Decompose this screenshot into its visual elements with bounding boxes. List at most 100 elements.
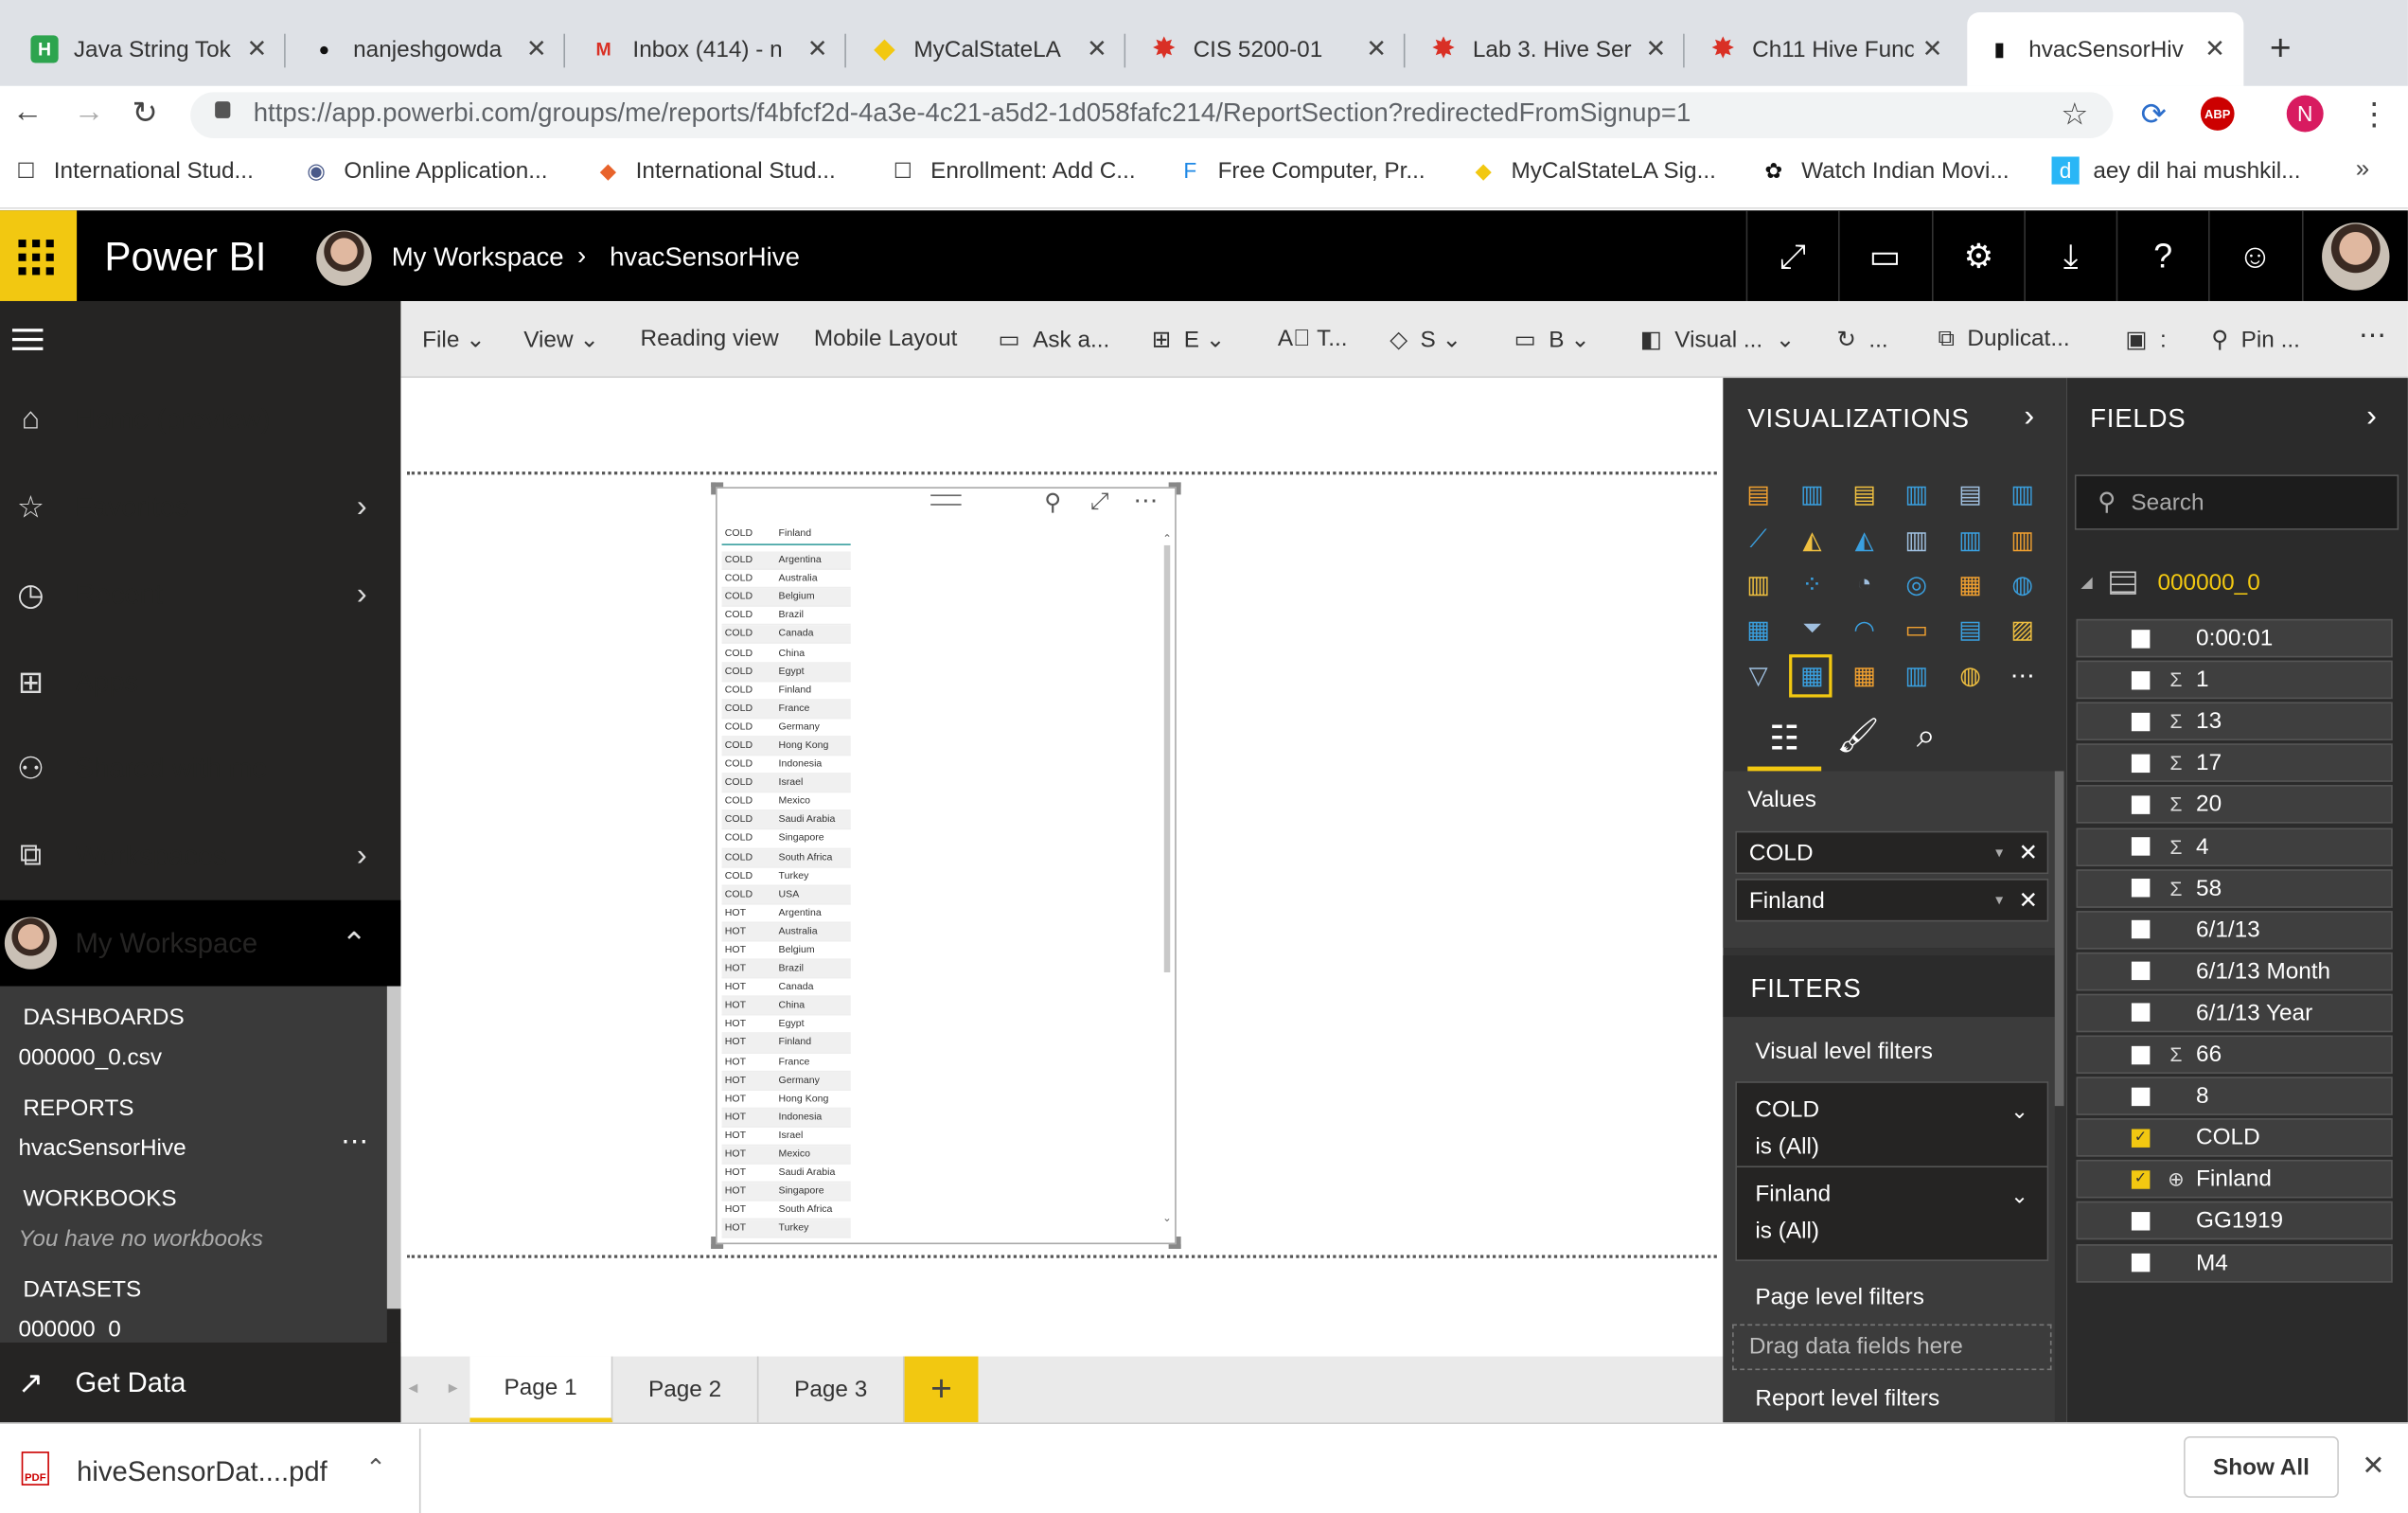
close-download-shelf-icon[interactable]: ✕: [2362, 1451, 2384, 1483]
funnel-chart-icon[interactable]: ⏷: [1796, 614, 1830, 645]
remove-field-icon[interactable]: ✕: [2019, 839, 2038, 866]
expand-chevron-icon[interactable]: ›: [357, 577, 367, 612]
analytics-magnifier-icon[interactable]: ⌕: [1917, 716, 1936, 756]
100-column-chart-icon[interactable]: ▥: [2006, 479, 2040, 509]
browser-tab[interactable]: H Java String Tok ✕: [12, 12, 286, 86]
remove-field-icon[interactable]: ✕: [2019, 886, 2038, 915]
explore-button[interactable]: ⊞ E ⌄: [1152, 326, 1225, 353]
close-tab-icon[interactable]: ✕: [1366, 34, 1387, 64]
view-menu[interactable]: View ⌄: [523, 326, 598, 353]
buttons-button[interactable]: ▭ B ⌄: [1514, 326, 1590, 353]
collapse-visualizations-icon[interactable]: ›: [2024, 400, 2034, 435]
pie-chart-icon[interactable]: ◔: [1848, 570, 1882, 600]
bookmark-star-icon[interactable]: ☆: [2061, 96, 2088, 134]
format-paintroller-icon[interactable]: 🖌: [1836, 716, 1879, 756]
collapse-chevron-icon[interactable]: ⌃: [342, 924, 367, 963]
card-icon[interactable]: ▭: [1900, 614, 1934, 645]
table-scrollbar[interactable]: ⌃ ⌄: [1162, 533, 1172, 1224]
values-well-finland[interactable]: Finland ▾ ✕: [1735, 879, 2049, 922]
comments-icon[interactable]: ▭: [1838, 210, 1930, 301]
field-checkbox[interactable]: [2131, 837, 2151, 856]
filter-card-finland[interactable]: Finland is (All) ⌄: [1735, 1166, 2049, 1261]
more-visuals-icon[interactable]: ⋯: [2006, 661, 2040, 691]
profile-avatar[interactable]: N: [2286, 95, 2324, 133]
page-scroll-right-icon[interactable]: ▸: [449, 1377, 458, 1398]
field-checkbox[interactable]: [2131, 1045, 2151, 1064]
bookmark-item[interactable]: ◆ International Stud...: [594, 156, 836, 184]
line-chart-icon[interactable]: ⟋: [1742, 525, 1776, 556]
vis-pane-scrollbar[interactable]: [2054, 771, 2064, 1107]
line-clustered-column-icon[interactable]: ▥: [1954, 525, 1988, 556]
close-tab-icon[interactable]: ✕: [1087, 34, 1107, 64]
visual-drag-handle[interactable]: [930, 494, 962, 506]
show-all-button[interactable]: Show All: [2184, 1435, 2339, 1498]
field-checkbox[interactable]: [2131, 962, 2151, 981]
page-tab-1[interactable]: Page 1: [469, 1356, 613, 1423]
page-filter-drop-zone[interactable]: Drag data fields here: [1732, 1324, 2052, 1371]
nav-workspaces[interactable]: ⧉ Workspaces ›: [0, 812, 400, 899]
treemap-icon[interactable]: ▦: [1954, 570, 1988, 600]
multi-row-card-icon[interactable]: ▤: [1954, 614, 1988, 645]
fields-table-name[interactable]: 000000_0: [2157, 570, 2259, 596]
feedback-smiley-icon[interactable]: ☺: [2208, 210, 2300, 301]
expand-chevron-icon[interactable]: ›: [357, 838, 367, 873]
bookmark-item[interactable]: ◉ Online Application...: [303, 156, 547, 184]
bookmark-item[interactable]: F Free Computer, Pr...: [1177, 156, 1425, 184]
browser-tab[interactable]: ✸ CIS 5200-01 ✕: [1132, 12, 1406, 86]
field-item[interactable]: Σ 13: [2076, 702, 2393, 741]
bookmark-item[interactable]: ◆ MyCalStateLA Sig...: [1470, 156, 1715, 184]
field-item[interactable]: Σ 66: [2076, 1035, 2393, 1075]
ribbon-chart-icon[interactable]: ▥: [2006, 525, 2040, 556]
r-visual-icon[interactable]: ▥: [1900, 661, 1934, 691]
visual-pin-icon[interactable]: ⚲: [1044, 489, 1061, 517]
reading-view-button[interactable]: Reading view: [641, 326, 779, 352]
page-tab-2[interactable]: Page 2: [612, 1356, 759, 1423]
filter-card-cold[interactable]: COLD is (All) ⌄: [1735, 1081, 2049, 1177]
textbox-button[interactable]: A⃞ T...: [1278, 326, 1348, 352]
browser-tab[interactable]: ✸ Lab 3. Hive Ser ✕: [1411, 12, 1685, 86]
account-avatar[interactable]: [2301, 210, 2408, 301]
extension-sync-icon[interactable]: ⟳: [2141, 96, 2167, 134]
visual-focus-mode-icon[interactable]: ⤢: [1090, 489, 1108, 515]
field-item[interactable]: Σ4: [2076, 827, 2393, 866]
more-options-icon[interactable]: ⋯: [2359, 319, 2386, 351]
hamburger-menu-icon[interactable]: [11, 329, 44, 350]
help-icon[interactable]: ?: [2116, 210, 2208, 301]
filter-expand-chevron-icon[interactable]: ⌄: [2010, 1093, 2028, 1130]
field-item[interactable]: Σ 20: [2076, 785, 2393, 825]
collapse-fields-icon[interactable]: ›: [2366, 400, 2377, 435]
field-checkbox[interactable]: [2131, 754, 2151, 773]
stacked-bar-chart-icon[interactable]: ▤: [1742, 479, 1776, 509]
bookmarks-overflow-icon[interactable]: »: [2356, 156, 2369, 184]
page-tab-3[interactable]: Page 3: [758, 1356, 905, 1423]
close-tab-icon[interactable]: ✕: [526, 34, 547, 64]
arcgis-map-icon[interactable]: ◍: [1954, 661, 1988, 691]
table-collapse-icon[interactable]: ◢: [2080, 575, 2092, 592]
slicer-icon[interactable]: ▽: [1742, 661, 1776, 691]
new-tab-button[interactable]: +: [2270, 27, 2292, 70]
mobile-layout-button[interactable]: Mobile Layout: [814, 326, 958, 352]
map-icon[interactable]: ◍: [2006, 570, 2040, 600]
get-data-button[interactable]: ↗ Get Data: [0, 1342, 401, 1423]
field-item[interactable]: Σ 58: [2076, 868, 2393, 908]
well-dropdown-icon[interactable]: ▾: [1995, 892, 2003, 909]
table-header-cold[interactable]: COLD: [722, 528, 779, 539]
browser-tab[interactable]: ◆ MyCalStateLA ✕: [852, 12, 1126, 86]
file-menu[interactable]: File ⌄: [422, 326, 485, 353]
back-icon[interactable]: ←: [12, 96, 43, 131]
nav-shared-with-me[interactable]: ⚇ Shared with me: [0, 725, 400, 811]
close-tab-icon[interactable]: ✕: [1646, 34, 1667, 64]
field-checkbox[interactable]: [2131, 1253, 2151, 1273]
field-item[interactable]: M4: [2076, 1243, 2393, 1282]
clustered-bar-chart-icon[interactable]: ▤: [1848, 479, 1882, 509]
nav-my-workspace[interactable]: My Workspace ⌃: [0, 899, 401, 987]
field-item[interactable]: ✓ COLD: [2076, 1118, 2393, 1157]
ask-question-button[interactable]: ▭ Ask a...: [999, 326, 1110, 353]
matrix-icon[interactable]: ▦: [1848, 661, 1882, 691]
browser-menu-icon[interactable]: ⋮: [2359, 96, 2389, 134]
save-button[interactable]: ▣ :: [2125, 326, 2166, 353]
close-tab-icon[interactable]: ✕: [1922, 34, 1943, 64]
donut-chart-icon[interactable]: ◎: [1900, 570, 1934, 600]
report-item[interactable]: hvacSensorHive: [18, 1135, 186, 1162]
nav-scrollbar[interactable]: [386, 986, 401, 1309]
